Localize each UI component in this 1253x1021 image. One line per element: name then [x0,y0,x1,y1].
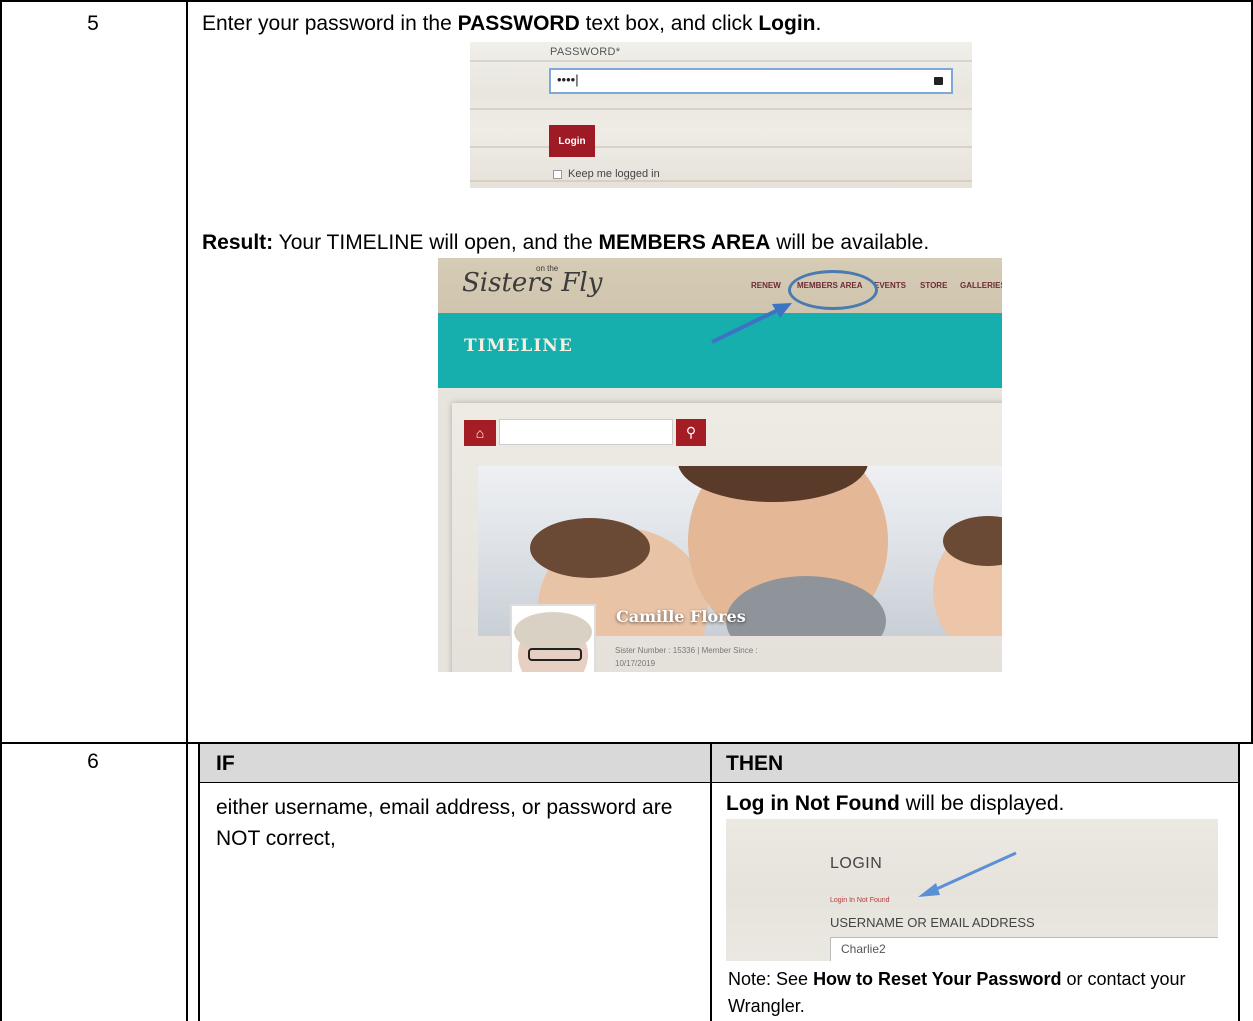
if-condition-text: either username, email address, or passw… [216,796,673,850]
inner-table-header-bottom [198,782,1240,783]
instruction-text-pre: Enter your password in the [202,12,458,35]
search-icon: ⚲ [685,424,697,440]
instruction-text-post: . [815,12,822,35]
nav-store[interactable]: STORE [920,281,947,290]
profile-avatar [510,604,596,672]
timeline-screenshot: Sisters Fly on the RENEW MEMBERS AREA EV… [438,258,1002,672]
members-area-highlight-oval [788,270,878,310]
login-error-screenshot: LOGIN Login In Not Found USERNAME OR EMA… [726,819,1218,961]
inner-table-right [1238,744,1240,1021]
result-text-2: will be available. [770,231,930,254]
reset-password-note: Note: See How to Reset Your Password or … [728,969,1186,1016]
home-button[interactable]: ⌂ [464,420,496,446]
step-number-5: 5 [87,12,99,35]
inner-table-mid [710,744,712,1021]
table-border-left [0,0,2,1021]
site-logo-sup: on the [536,264,559,273]
instruction-bold-login: Login [758,12,816,35]
then-header: THEN [712,744,1238,782]
profile-name: Camille Flores [616,607,746,626]
pointer-arrow-icon [711,303,792,344]
password-label: PASSWORD* [550,46,621,58]
nav-renew[interactable]: RENEW [751,281,781,290]
profile-meta: Sister Number : 15336 | Member Since : 1… [615,646,758,668]
pointer-arrow-icon [918,851,1017,897]
result-bold-members-area: MEMBERS AREA [598,231,771,254]
site-logo: Sisters Fly [462,268,603,298]
timeline-search-input[interactable] [499,419,673,445]
login-error-message: Login In Not Found [830,897,890,904]
if-header: IF [200,744,710,782]
username-label: USERNAME OR EMAIL ADDRESS [830,915,1035,930]
search-button[interactable]: ⚲ [676,419,706,446]
login-title: LOGIN [830,855,883,872]
password-input[interactable]: ••••| [549,68,953,94]
nav-events[interactable]: EVENTS [874,281,906,290]
result-text-1: Your TIMELINE will open, and the [273,231,599,254]
instruction-bold-password: PASSWORD [457,12,580,35]
key-icon [934,77,943,85]
username-input[interactable]: Charlie2 [830,937,1218,961]
then-text: will be displayed. [899,792,1065,815]
login-screenshot: PASSWORD* ••••| Login Keep me logged in [470,42,972,188]
login-button[interactable]: Login [549,125,595,157]
then-bold: Log in Not Found [726,792,900,815]
nav-galleries[interactable]: GALLERIES [960,281,1002,290]
step5-result: Result: Your TIMELINE will open, and the… [202,231,929,255]
home-icon: ⌂ [475,425,485,441]
keep-logged-in-label: Keep me logged in [568,168,660,180]
step-number-6: 6 [87,750,99,773]
step5-instruction: Enter your password in the PASSWORD text… [202,12,821,36]
password-value: ••••| [557,72,579,87]
instruction-text-mid: text box, and click [579,12,759,35]
reset-password-link[interactable]: How to Reset Your Password [813,969,1061,989]
table-col-divider [186,0,188,1021]
inner-table-left [198,744,200,1021]
timeline-title: TIMELINE [464,336,573,356]
keep-logged-in[interactable]: Keep me logged in [553,168,660,180]
result-label: Result: [202,231,274,254]
keep-logged-in-checkbox[interactable] [553,169,562,179]
then-result-text: Log in Not Found will be displayed. [726,792,1064,816]
